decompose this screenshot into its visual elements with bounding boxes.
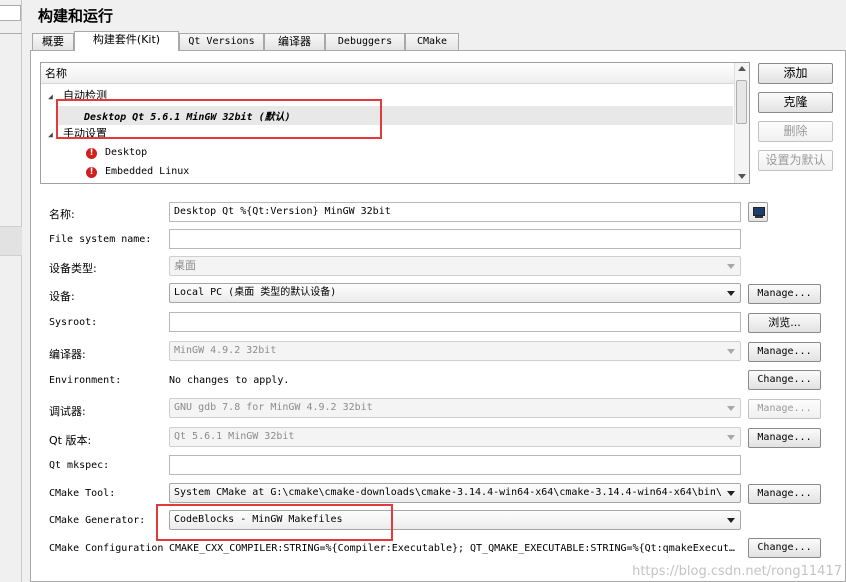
scroll-up-icon[interactable] [738,66,746,71]
chevron-down-icon [727,518,735,523]
monitor-icon [753,207,765,216]
debugger-manage-button[interactable]: Manage... [748,399,821,419]
debugger-label: 调试器: [49,405,86,418]
environment-change-button[interactable]: Change... [748,370,821,390]
debugger-combo[interactable]: GNU gdb 7.8 for MinGW 4.9.2 32bit [169,398,741,418]
delete-button[interactable]: 删除 [758,121,833,142]
cmake-config-label: CMake Configuration [49,543,164,554]
mkspec-label: Qt mkspec: [49,460,110,471]
device-manage-button[interactable]: Manage... [748,284,821,304]
device-label: 设备: [49,290,75,303]
filesystem-input[interactable] [169,229,741,249]
tree-header-name: 名称 [41,63,734,84]
device-type-combo[interactable]: 桌面 [169,256,741,276]
compiler-label: 编译器: [49,348,86,361]
chevron-down-icon [727,491,735,496]
scroll-down-icon[interactable] [738,174,746,179]
qt-version-manage-button[interactable]: Manage... [748,428,821,448]
sidebar-divider [0,33,22,34]
browse-button[interactable]: 浏览... [748,313,821,333]
debugger-value: GNU gdb 7.8 for MinGW 4.9.2 32bit [174,402,373,413]
chevron-down-icon [727,435,735,440]
sidebar-selected-item[interactable] [0,226,22,256]
expand-triangle-icon[interactable]: ◢ [48,130,53,139]
compiler-manage-button[interactable]: Manage... [748,342,821,362]
set-default-button[interactable]: 设置为默认 [758,150,833,171]
name-label: 名称: [49,208,75,221]
device-type-label: 设备类型: [49,262,97,275]
qt-version-label: Qt 版本: [49,434,92,447]
compiler-combo[interactable]: MinGW 4.9.2 32bit [169,341,741,361]
tab-debuggers[interactable]: Debuggers [325,33,405,50]
error-icon: ! [86,166,97,178]
clone-button[interactable]: 克隆 [758,92,833,113]
cmake-config-change-button[interactable]: Change... [748,538,821,558]
device-combo[interactable]: Local PC (桌面 类型的默认设备) [169,283,741,303]
cmake-tool-value: System CMake at G:\cmake\cmake-downloads… [174,487,722,498]
chevron-down-icon [727,264,735,269]
filesystem-label: File system name: [49,234,152,245]
cmake-tool-combo[interactable]: System CMake at G:\cmake\cmake-downloads… [169,483,741,503]
qt-version-value: Qt 5.6.1 MinGW 32bit [174,431,295,442]
kit-icon-button[interactable] [748,202,768,222]
qt-version-combo[interactable]: Qt 5.6.1 MinGW 32bit [169,427,741,447]
tree-item-embedded-linux[interactable]: Embedded Linux [105,166,189,177]
environment-value: No changes to apply. [169,375,290,386]
device-type-value: 桌面 [174,259,196,272]
expand-triangle-icon[interactable]: ◢ [48,92,53,101]
tab-qt-versions[interactable]: Qt Versions [179,33,264,50]
tab-kits[interactable]: 构建套件(Kit) [74,31,179,51]
environment-label: Environment: [49,375,122,386]
scrollbar-thumb[interactable] [736,80,747,124]
sidebar-filter-input[interactable] [0,5,21,21]
highlight-box-kit [56,99,382,139]
add-button[interactable]: 添加 [758,63,833,84]
tab-compilers[interactable]: 编译器 [264,33,325,50]
sysroot-label: Sysroot: [49,317,98,328]
cmake-tool-manage-button[interactable]: Manage... [748,484,821,504]
compiler-value: MinGW 4.9.2 32bit [174,345,277,356]
left-sidebar [0,0,22,582]
device-value: Local PC (桌面 类型的默认设备) [174,287,337,298]
chevron-down-icon [727,406,735,411]
cmake-generator-label: CMake Generator: [49,515,146,526]
mkspec-input[interactable] [169,455,741,475]
chevron-down-icon [727,349,735,354]
tree-item-desktop[interactable]: Desktop [105,147,147,158]
cmake-config-value: CMAKE_CXX_COMPILER:STRING=%{Compiler:Exe… [169,543,735,554]
name-input[interactable]: Desktop Qt %{Qt:Version} MinGW 32bit [169,202,741,222]
cmake-tool-label: CMake Tool: [49,488,116,499]
highlight-box-generator [156,504,393,541]
tab-overview[interactable]: 概要 [32,33,74,50]
watermark: https://blog.csdn.net/rong11417 [632,564,842,579]
error-icon: ! [86,147,97,159]
sysroot-input[interactable] [169,312,741,332]
page-title: 构建和运行 [38,7,114,25]
tab-cmake[interactable]: CMake [405,33,459,50]
chevron-down-icon [727,291,735,296]
